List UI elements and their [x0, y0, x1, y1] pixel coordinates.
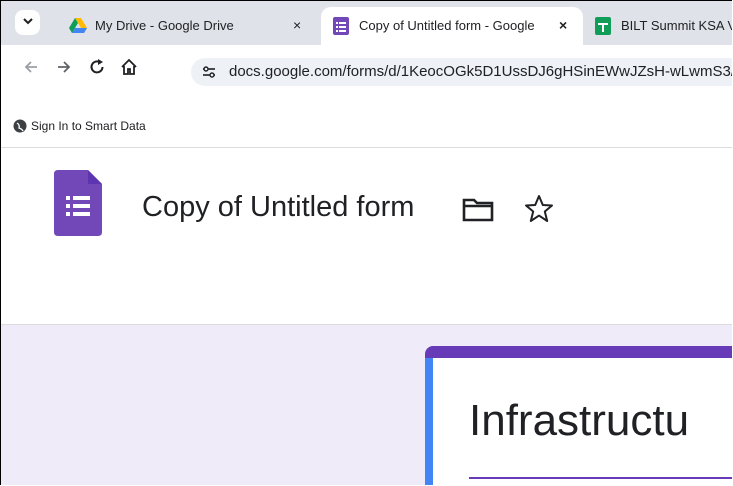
google-drive-icon: [69, 18, 87, 39]
reload-icon[interactable]: [88, 58, 106, 81]
tab-my-drive[interactable]: My Drive - Google Drive ×: [61, 7, 323, 45]
form-canvas: Infrastructu: [1, 325, 732, 485]
folder-icon[interactable]: [462, 198, 494, 227]
back-arrow-icon[interactable]: [23, 59, 39, 80]
url-text: docs.google.com/forms/d/1KeocOGk5D1UssDJ…: [229, 63, 732, 80]
form-header-card[interactable]: Infrastructu: [425, 346, 732, 485]
tab-forms-active[interactable]: Copy of Untitled form - Google ×: [321, 7, 583, 45]
address-bar[interactable]: docs.google.com/forms/d/1KeocOGk5D1UssDJ…: [191, 58, 732, 86]
tab-title: BILT Summit KSA V: [621, 18, 732, 33]
document-title[interactable]: Copy of Untitled form: [142, 191, 414, 224]
bookmark-sign-in-smart-data[interactable]: Sign In to Smart Data: [31, 119, 146, 133]
card-accent-bar: [425, 346, 732, 358]
forward-arrow-icon[interactable]: [56, 59, 72, 80]
tab-strip: My Drive - Google Drive × Copy of Untitl…: [1, 1, 732, 45]
tab-close-button[interactable]: ×: [559, 17, 567, 33]
tab-bilt-summit[interactable]: BILT Summit KSA V: [583, 7, 732, 45]
globe-icon: [13, 119, 27, 138]
site-settings-icon[interactable]: [201, 64, 217, 85]
google-forms-logo-icon[interactable]: [54, 170, 102, 241]
google-forms-icon: [333, 17, 349, 40]
tab-search-button[interactable]: [15, 10, 40, 35]
home-icon[interactable]: [120, 58, 138, 81]
browser-toolbar: docs.google.com/forms/d/1KeocOGk5D1UssDJ…: [1, 45, 732, 107]
browser-window: My Drive - Google Drive × Copy of Untitl…: [0, 0, 732, 485]
tab-close-button[interactable]: ×: [293, 17, 301, 33]
google-sheets-icon: [595, 17, 611, 40]
chevron-down-icon: [22, 14, 34, 32]
tab-title: My Drive - Google Drive: [95, 18, 234, 33]
card-focus-bar: [425, 358, 433, 485]
star-icon[interactable]: [524, 194, 554, 229]
form-heading[interactable]: Infrastructu: [469, 396, 689, 446]
heading-underline: [469, 477, 732, 479]
tab-title: Copy of Untitled form - Google: [359, 18, 535, 33]
bookmarks-bar: Sign In to Smart Data: [1, 107, 732, 148]
forms-header: Copy of Untitled form: [1, 148, 732, 325]
